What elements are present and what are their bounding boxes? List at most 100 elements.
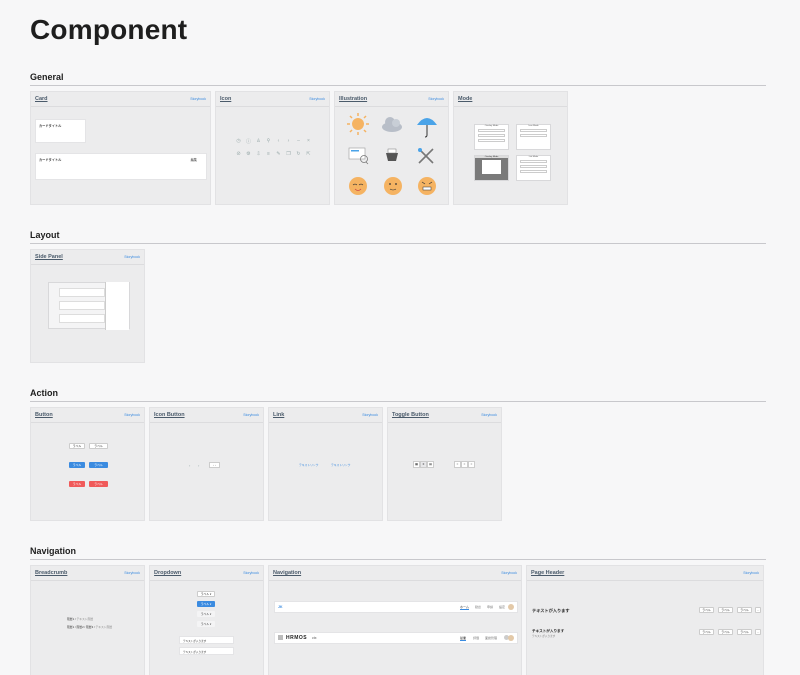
header-button[interactable]: ラベル [718,607,733,613]
align-center-icon[interactable]: ≡ [461,461,468,468]
section-title-layout: Layout [30,230,766,244]
side-panel [105,282,129,330]
header-button[interactable]: ラベル [699,607,714,613]
secondary-button[interactable]: ラベル [69,443,85,449]
card-title-icon[interactable]: Icon [220,96,231,102]
card-title-icon-button[interactable]: Icon Button [154,412,185,418]
chevron-right-icon[interactable]: › [198,463,199,468]
external-text-link[interactable]: テキストリンク [331,463,351,467]
align-left-icon[interactable]: ≡ [454,461,461,468]
section-layout: Layout Side Panel Storybook [30,230,766,363]
gear-icon: ⚙ [246,151,251,157]
cloud-icon [382,117,402,132]
chevron-left-icon[interactable]: ‹ [189,463,190,468]
storybook-link[interactable]: Storybook [501,571,517,575]
nav-tab[interactable]: 設定 [499,605,505,609]
storybook-link[interactable]: Storybook [481,413,497,417]
sample-card-2: カードタイトル 編集 [35,153,207,180]
nav-tab[interactable]: 申請 [487,605,493,609]
grid-icon[interactable]: ▦ [413,461,420,468]
primary-button[interactable]: ラベル [69,462,85,468]
breadcrumb-item[interactable]: 階層1 [67,625,74,629]
mode-label: List Mode [528,156,539,158]
nav-tab[interactable]: ホーム [460,605,469,610]
inbox-icon [386,148,398,161]
card-title-dropdown[interactable]: Dropdown [154,570,181,576]
list-icon[interactable]: ≡ [420,461,427,468]
card-title-mode[interactable]: Mode [458,96,472,102]
storybook-link[interactable]: Storybook [362,413,378,417]
storybook-link[interactable]: Storybook [124,571,140,575]
nav-tab[interactable]: 勤怠 [475,605,481,609]
card-title-link[interactable]: Link [273,412,284,418]
card-title-toggle-button[interactable]: Toggle Button [392,412,429,418]
page-header-subtitle: テキストが入ります [532,635,556,638]
nav-tab[interactable]: 面談管理 [485,636,497,640]
edit-badge[interactable]: 編集 [191,157,197,162]
align-right-icon[interactable]: ≡ [468,461,475,468]
tools-icon [418,148,434,164]
primary-icon-button[interactable]: ラベル [89,462,108,468]
happy-face-icon [349,177,367,195]
storybook-link[interactable]: Storybook [428,97,444,101]
app-logo[interactable]: JK [278,605,282,609]
card-title-page-header[interactable]: Page Header [531,570,564,576]
dropdown-field[interactable]: テキストが入ります [179,636,234,644]
card-navigation: Navigation Storybook JK ホーム 勤怠 申請 設定 HRM… [268,565,522,675]
text-link[interactable]: テキストリンク [299,463,319,467]
dropdown-field[interactable]: テキストが入ります [179,647,234,655]
nav-tab[interactable]: 従業 [460,636,467,641]
section-action: Action Button Storybook ラベル ラベル ラベル ラベル … [30,388,766,521]
pagination-icon-button[interactable]: ‹ › [209,462,220,468]
dropdown-button[interactable]: ラベル ▾ [197,591,215,597]
more-icon[interactable]: … [755,607,761,613]
header-button[interactable]: ラベル [699,629,714,635]
breadcrumb-item[interactable]: 階層3 [86,625,93,629]
dropdown-button[interactable]: ラベル ▾ [197,611,215,617]
storybook-link[interactable]: Storybook [743,571,759,575]
calendar-icon[interactable]: ▤ [427,461,434,468]
card-title-button[interactable]: Button [35,412,53,418]
storybook-link[interactable]: Storybook [124,255,140,259]
storybook-link[interactable]: Storybook [309,97,325,101]
danger-icon-button[interactable]: ラベル [89,481,108,487]
avatar[interactable] [508,635,514,641]
close-icon: × [307,138,310,144]
breadcrumb-item[interactable]: 階層2 [77,625,84,629]
app-logo[interactable]: HRMOS [286,635,307,641]
card-title-breadcrumb[interactable]: Breadcrumb [35,570,67,576]
avatar[interactable] [508,604,514,610]
header-button[interactable]: ラベル [737,629,752,635]
dropdown-button-active[interactable]: ラベル ▾ [197,601,215,607]
breadcrumb-current: テキスト階層 [95,625,113,629]
section-general: General Card Storybook カードタイトル カードタイトル 編… [30,72,766,205]
card-title-illustration[interactable]: Illustration [339,96,367,102]
card-title-card[interactable]: Card [35,96,48,102]
dropdown-button[interactable]: ラベル ▾ [197,621,215,627]
card-title-side-panel[interactable]: Side Panel [35,254,63,260]
storybook-link[interactable]: Storybook [190,97,206,101]
header-button[interactable]: ラベル [718,629,733,635]
mode-preview: Icon Mode [516,124,551,150]
download-icon: ⇩ [256,151,261,157]
user-icon: ♙ [256,138,261,144]
storybook-link[interactable]: Storybook [124,413,140,417]
card-title-navigation[interactable]: Navigation [273,570,301,576]
header-button[interactable]: ラベル [737,607,752,613]
secondary-icon-button[interactable]: ラベル [89,443,108,449]
danger-button[interactable]: ラベル [69,481,85,487]
menu-icon[interactable] [278,635,283,640]
breadcrumb-item[interactable]: 階層1 [67,617,74,621]
breadcrumb-current: テキスト階層 [76,617,94,621]
card-breadcrumb: Breadcrumb Storybook 階層1 / テキスト階層 階層1 / … [30,565,145,675]
clock-icon: ◷ [236,138,241,144]
card-link: Link Storybook テキストリンク テキストリンク [268,407,383,521]
more-icon[interactable]: … [755,629,761,635]
nav-tab[interactable]: 評価 [473,636,479,640]
section-title-general: General [30,72,766,86]
storybook-link[interactable]: Storybook [243,413,259,417]
page-header-title: テキストが入ります [532,608,570,613]
sample-card-title: カードタイトル [39,124,62,128]
storybook-link[interactable]: Storybook [243,571,259,575]
card-illustration: Illustration Storybook [334,91,449,205]
